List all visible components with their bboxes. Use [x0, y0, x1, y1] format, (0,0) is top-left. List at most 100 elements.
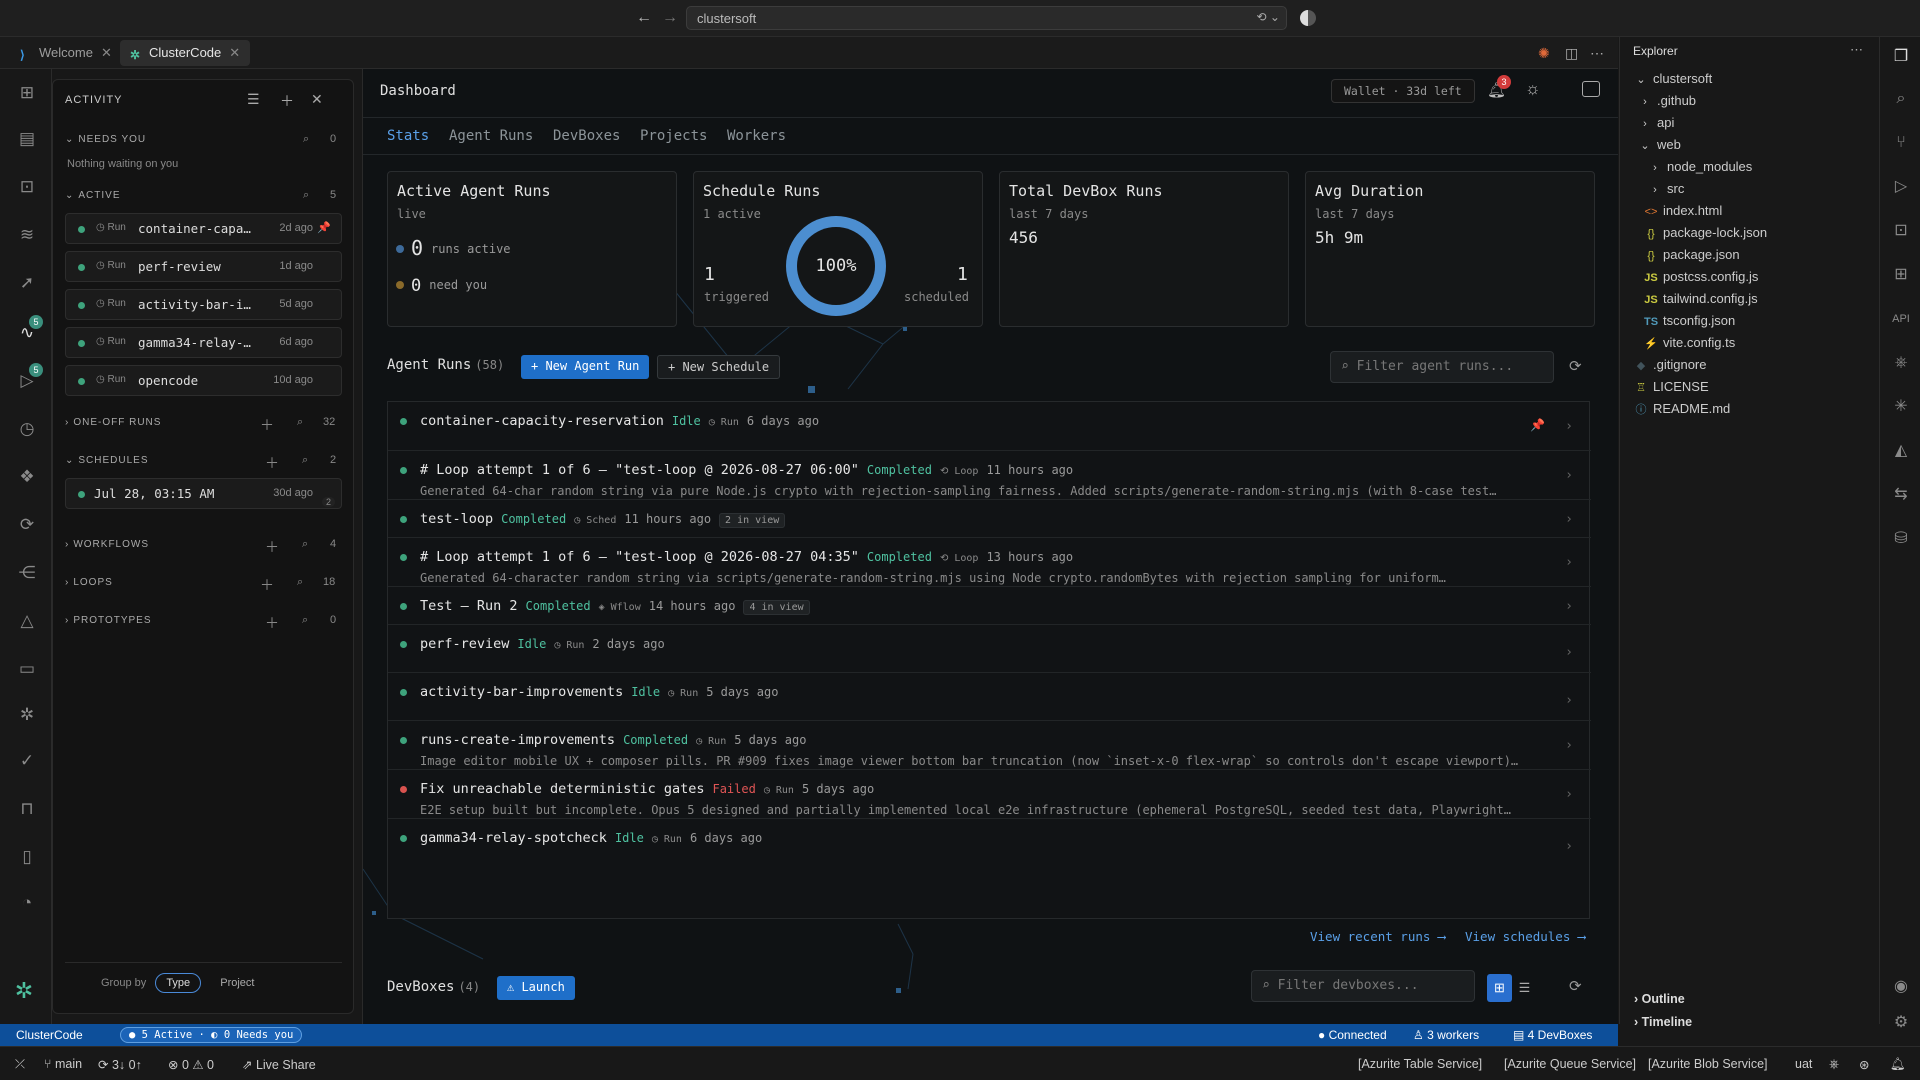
- active-run-item[interactable]: ◷ Run gamma34-relay-… 6d ago: [65, 327, 342, 358]
- document-icon[interactable]: ▯: [17, 847, 37, 867]
- active-run-item[interactable]: ◷ Run activity-bar-i… 5d ago: [65, 289, 342, 320]
- workers-count[interactable]: ♙ 3 workers: [1413, 1028, 1479, 1042]
- sparkle-icon[interactable]: ✺: [1538, 45, 1550, 62]
- section-workflows[interactable]: › WORKFLOWS: [65, 539, 149, 550]
- clock-icon[interactable]: ◷: [17, 419, 37, 439]
- tab-clustercode[interactable]: ✲ ClusterCode ✕: [120, 40, 251, 66]
- copilot-icon[interactable]: ⊛: [1859, 1057, 1869, 1072]
- live-share-status[interactable]: ⇗ Live Share: [242, 1057, 316, 1072]
- tree-item[interactable]: ⚡ vite.config.ts: [1644, 335, 1735, 350]
- workflow-icon[interactable]: ❖: [17, 467, 37, 487]
- gauge-icon[interactable]: ◔: [17, 893, 37, 913]
- split-editor-icon[interactable]: ◫: [1565, 45, 1578, 62]
- add-icon[interactable]: ＋: [265, 537, 279, 557]
- tab-stats[interactable]: Stats: [387, 128, 429, 144]
- table-row[interactable]: test-loop Completed ◷ Sched 11 hours ago 2 i…: [388, 500, 1591, 538]
- tree-item[interactable]: ⓘ README.md: [1634, 401, 1731, 417]
- kubernetes-icon[interactable]: ⎈: [1891, 353, 1911, 373]
- inbox-icon[interactable]: ⊓: [17, 799, 37, 819]
- source-control-icon[interactable]: ⑂: [1891, 133, 1911, 153]
- tree-item[interactable]: ⌄ web: [1638, 137, 1680, 152]
- schedule-item[interactable]: Jul 28, 03:15 AM 30d ago 2: [65, 478, 342, 509]
- add-icon[interactable]: ＋: [265, 453, 279, 473]
- sidebar-toggle-icon[interactable]: [1582, 81, 1600, 97]
- activity-icon[interactable]: ∿ 5: [17, 315, 43, 343]
- tab-projects[interactable]: Projects: [640, 128, 707, 144]
- theme-toggle-icon[interactable]: ☼: [1525, 79, 1541, 99]
- sync-status[interactable]: ⟳ 3↓ 0↑: [98, 1057, 142, 1072]
- tab-welcome[interactable]: ⟩ Welcome ✕: [10, 40, 122, 66]
- grid-view-icon[interactable]: ⊞: [1487, 974, 1512, 1002]
- tree-item[interactable]: {} package-lock.json: [1644, 225, 1767, 240]
- table-row[interactable]: Test — Run 2 Completed ◈ Wflow 14 hours ago…: [388, 587, 1591, 625]
- azurite-queue-status[interactable]: [Azurite Queue Service]: [1504, 1057, 1636, 1071]
- tree-item[interactable]: ♖ LICENSE: [1634, 379, 1709, 394]
- tree-item[interactable]: › src: [1648, 181, 1684, 196]
- terminal-icon[interactable]: ⊡: [17, 177, 37, 197]
- table-row[interactable]: runs-create-improvements Completed ◷ Run 5 …: [388, 721, 1591, 770]
- search-icon[interactable]: ⌕: [303, 133, 309, 146]
- run-debug-icon[interactable]: ▷: [1891, 177, 1911, 197]
- wallet-badge[interactable]: Wallet · 33d left: [1331, 79, 1475, 103]
- active-run-item[interactable]: ◷ Run opencode 10d ago: [65, 365, 342, 396]
- files-icon[interactable]: ❐: [1891, 47, 1911, 67]
- outline-section[interactable]: › Outline: [1634, 992, 1685, 1006]
- share-icon[interactable]: ⋲: [17, 563, 37, 583]
- tree-item[interactable]: <> index.html: [1644, 203, 1723, 218]
- close-icon[interactable]: ✕: [229, 45, 240, 60]
- active-run-item[interactable]: ◷ Run perf-review 1d ago: [65, 251, 342, 282]
- back-arrow-icon[interactable]: ←: [636, 9, 652, 27]
- launch-button[interactable]: ⚠ Launch: [497, 976, 575, 1000]
- pin-icon[interactable]: 📌: [1530, 418, 1545, 432]
- pin-icon[interactable]: 📌: [317, 221, 331, 234]
- table-row[interactable]: activity-bar-improvements Idle ◷ Run 5 days…: [388, 673, 1591, 721]
- section-loops[interactable]: › LOOPS: [65, 577, 113, 588]
- group-by-project-button[interactable]: Project: [210, 974, 264, 992]
- add-icon[interactable]: ＋: [260, 415, 274, 435]
- table-row[interactable]: gamma34-relay-spotcheck Idle ◷ Run 6 days a…: [388, 819, 1591, 867]
- tree-item[interactable]: › node_modules: [1648, 159, 1752, 174]
- new-schedule-button[interactable]: + New Schedule: [657, 355, 781, 379]
- dashboard-icon[interactable]: ⊞: [17, 83, 37, 103]
- kubernetes-icon[interactable]: ⎈: [1829, 1057, 1839, 1072]
- section-schedules[interactable]: ⌄ SCHEDULES: [65, 455, 149, 466]
- list-icon[interactable]: ☰: [247, 91, 260, 108]
- runs-icon[interactable]: ▷ 5: [17, 363, 43, 391]
- active-run-item[interactable]: ◷ Run container-capa… 2d ago 📌: [65, 213, 342, 244]
- remote-icon[interactable]: ⇆: [1891, 485, 1911, 505]
- search-icon[interactable]: ⌕: [302, 614, 308, 627]
- layers-icon[interactable]: ≋: [17, 225, 37, 245]
- search-icon[interactable]: ⌕: [297, 576, 303, 589]
- server-icon[interactable]: ▤: [17, 129, 37, 149]
- more-icon[interactable]: ⋯: [1850, 42, 1863, 58]
- list-view-icon[interactable]: ☰: [1512, 974, 1537, 1002]
- close-icon[interactable]: ✕: [101, 45, 112, 60]
- api-icon[interactable]: API: [1891, 309, 1911, 329]
- view-recent-runs-link[interactable]: View recent runs ⟶: [1310, 929, 1445, 944]
- azurite-table-status[interactable]: [Azurite Table Service]: [1358, 1057, 1482, 1071]
- timeline-section[interactable]: › Timeline: [1634, 1015, 1692, 1029]
- loop-icon[interactable]: ⟳: [17, 515, 37, 535]
- section-one-off-runs[interactable]: › ONE-OFF RUNS: [65, 417, 161, 428]
- add-icon[interactable]: ＋: [265, 613, 279, 633]
- environment-status[interactable]: uat: [1795, 1057, 1812, 1071]
- copilot-icon[interactable]: [1300, 10, 1316, 26]
- search-icon[interactable]: ⌕: [303, 189, 309, 202]
- rocket-icon[interactable]: ➚: [17, 273, 37, 293]
- extensions-icon[interactable]: ⊞: [1891, 265, 1911, 285]
- section-active[interactable]: ⌄ ACTIVE: [65, 190, 121, 201]
- problems-status[interactable]: ⊗ 0 ⚠ 0: [168, 1057, 214, 1072]
- tree-item[interactable]: › .github: [1638, 93, 1696, 108]
- tree-item[interactable]: JS tailwind.config.js: [1644, 291, 1757, 306]
- new-agent-run-button[interactable]: + New Agent Run: [521, 355, 650, 379]
- search-icon[interactable]: ⌕: [297, 416, 303, 429]
- table-row[interactable]: perf-review Idle ◷ Run 2 days ago ›: [388, 625, 1591, 673]
- gear-icon[interactable]: ✲: [17, 705, 37, 725]
- group-by-type-button[interactable]: Type: [155, 973, 202, 993]
- refresh-icon[interactable]: ⟳: [1569, 357, 1582, 375]
- view-schedules-link[interactable]: View schedules ⟶: [1465, 929, 1585, 944]
- tree-item[interactable]: ◆ .gitignore: [1634, 357, 1707, 372]
- azure-icon[interactable]: ◭: [1891, 441, 1911, 461]
- tree-item[interactable]: › api: [1638, 115, 1674, 130]
- more-icon[interactable]: ⋯: [1590, 45, 1604, 62]
